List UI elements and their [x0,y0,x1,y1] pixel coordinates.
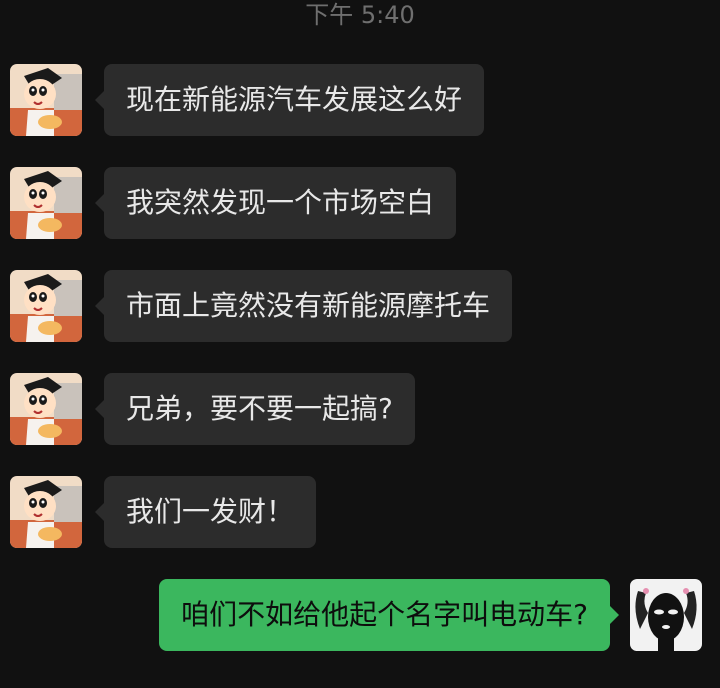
outgoing-message-bubble[interactable]: 咱们不如给他起个名字叫电动车? [159,579,619,651]
crayon-shinchan-avatar-icon [10,167,82,239]
sender-avatar[interactable] [10,167,82,239]
chat-window: 下午 5:40 现在新能源汽车发展这么好 我突然发现一个市场空白 市面上竟然没有… [0,0,720,688]
incoming-message-bubble[interactable]: 我们一发财！ [94,476,317,548]
sender-avatar[interactable] [10,373,82,445]
crayon-shinchan-avatar-icon [10,373,82,445]
incoming-message-bubble[interactable]: 我突然发现一个市场空白 [94,167,457,239]
sender-avatar[interactable] [10,270,82,342]
sender-avatar[interactable] [10,64,82,136]
incoming-message-bubble[interactable]: 兄弟，要不要一起搞? [95,373,415,445]
crayon-shinchan-avatar-icon [10,270,82,342]
crayon-shinchan-avatar-icon [10,476,82,548]
message-timestamp: 下午 5:40 [305,1,415,29]
masked-character-avatar-icon [630,579,702,651]
incoming-message-bubble[interactable]: 市面上竟然没有新能源摩托车 [94,270,513,342]
own-avatar[interactable] [630,579,702,651]
sender-avatar[interactable] [10,476,82,548]
incoming-message-bubble[interactable]: 现在新能源汽车发展这么好 [94,64,485,136]
crayon-shinchan-avatar-icon [10,64,82,136]
